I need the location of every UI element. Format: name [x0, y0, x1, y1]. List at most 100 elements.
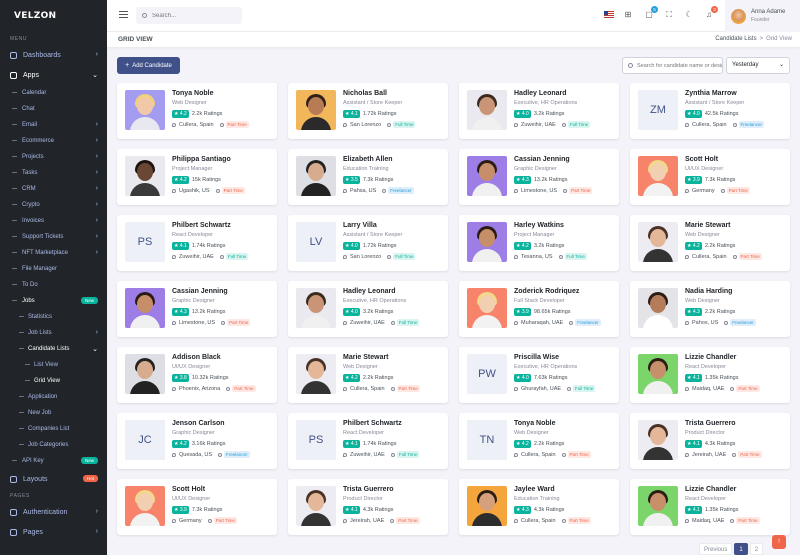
candidate-name[interactable]: Cassian Jenning [172, 288, 228, 295]
candidate-card[interactable]: Addison Black UI/UX Designer ★ 3.8 10.32… [117, 347, 277, 403]
us-flag-icon[interactable] [604, 11, 614, 19]
candidate-name[interactable]: Jenson Carlson [172, 420, 225, 427]
sidebar-item-dashboards[interactable]: Dashboards › [0, 45, 107, 65]
sidebar-item-calendar[interactable]: Calendar [0, 85, 107, 101]
hamburger-menu-icon[interactable] [119, 11, 128, 18]
sidebar-item-projects[interactable]: Projects › [0, 149, 107, 165]
logo[interactable]: VELZON [0, 0, 107, 32]
sidebar-item-new-job[interactable]: New Job [0, 405, 107, 421]
candidate-name[interactable]: Lizzie Chandler [685, 354, 736, 361]
candidate-name[interactable]: Trista Guerrero [685, 420, 736, 427]
candidate-name[interactable]: Elizabeth Allen [343, 156, 393, 163]
sidebar-item-tasks[interactable]: Tasks › [0, 165, 107, 181]
candidate-card[interactable]: Cassian Jenning Graphic Designer ★ 4.3 1… [459, 149, 619, 205]
sidebar-item-candidate-lists[interactable]: Candidate Lists ⌄ [0, 341, 107, 357]
dark-mode-moon-icon[interactable]: ☾ [684, 10, 694, 20]
sidebar-item-companies-list[interactable]: Companies List [0, 421, 107, 437]
sidebar-item-list-view[interactable]: List View [0, 357, 107, 373]
candidate-card[interactable]: ZM Zynthia Marrow Assistant / Store Keep… [630, 83, 790, 139]
candidate-name[interactable]: Larry Villa [343, 222, 377, 229]
candidate-name[interactable]: Scott Holt [172, 486, 205, 493]
candidate-card[interactable]: LV Larry Villa Assistant / Store Keeper … [288, 215, 448, 271]
sidebar-item-crypto[interactable]: Crypto › [0, 197, 107, 213]
breadcrumb-candidate-lists[interactable]: Candidate Lists [715, 36, 756, 42]
cart-icon[interactable]: ▢ 5 [644, 6, 658, 20]
candidate-card[interactable]: Lizzie Chandler React Developer ★ 4.1 1.… [630, 347, 790, 403]
candidate-card[interactable]: Hadley Leonard Executive, HR Operations … [288, 281, 448, 337]
user-menu[interactable]: Anna Adame Founder [725, 0, 800, 32]
candidate-name[interactable]: Scott Holt [685, 156, 718, 163]
sidebar-item-ecommerce[interactable]: Ecommerce › [0, 133, 107, 149]
candidate-card[interactable]: Trista Guerrero Product Director ★ 4.1 4… [630, 413, 790, 469]
candidate-search-input[interactable] [637, 62, 722, 69]
candidate-name[interactable]: Zoderick Rodriquez [514, 288, 579, 295]
candidate-card[interactable]: Nadia Harding Web Designer ★ 4.3 2.2k Ra… [630, 281, 790, 337]
candidate-name[interactable]: Hadley Leonard [514, 90, 567, 97]
sidebar-item-nft-marketplace[interactable]: NFT Marketplace › [0, 245, 107, 261]
candidate-name[interactable]: Jaylee Ward [514, 486, 555, 493]
candidate-name[interactable]: Nadia Harding [685, 288, 732, 295]
candidate-name[interactable]: Priscilla Wise [514, 354, 559, 361]
candidate-card[interactable]: Philippa Santiago Project Manager ★ 4.2 … [117, 149, 277, 205]
candidate-card[interactable]: Nicholas Ball Assistant / Store Keeper ★… [288, 83, 448, 139]
sidebar-item-chat[interactable]: Chat [0, 101, 107, 117]
candidate-card[interactable]: Marie Stewart Web Designer ★ 4.2 2.2k Ra… [630, 215, 790, 271]
candidate-card[interactable]: Trista Guerrero Product Director ★ 4.1 4… [288, 479, 448, 535]
candidate-name[interactable]: Harley Watkins [514, 222, 564, 229]
add-candidate-button[interactable]: + Add Candidate [117, 57, 180, 74]
candidate-name[interactable]: Cassian Jenning [514, 156, 570, 163]
candidate-name[interactable]: Nicholas Ball [343, 90, 387, 97]
sidebar-item-job-lists[interactable]: Job Lists › [0, 325, 107, 341]
top-search-input[interactable] [152, 12, 232, 19]
candidate-name[interactable]: Trista Guerrero [343, 486, 394, 493]
sidebar-item-file-manager[interactable]: File Manager [0, 261, 107, 277]
sidebar-item-statistics[interactable]: Statistics [0, 309, 107, 325]
sidebar-item-api-key[interactable]: API Key New [0, 453, 107, 469]
candidate-card[interactable]: Tonya Noble Web Designer ★ 4.2 2.2k Rati… [117, 83, 277, 139]
sidebar-item-jobs[interactable]: Jobs New [0, 293, 107, 309]
sidebar-item-email[interactable]: Email › [0, 117, 107, 133]
candidate-name[interactable]: Addison Black [172, 354, 221, 361]
candidate-name[interactable]: Marie Stewart [343, 354, 389, 361]
sidebar-item-authentication[interactable]: Authentication › [0, 502, 107, 522]
sidebar-item-job-categories[interactable]: Job Categories [0, 437, 107, 453]
candidate-card[interactable]: PS Philbert Schwartz React Developer ★ 4… [288, 413, 448, 469]
candidate-name[interactable]: Marie Stewart [685, 222, 731, 229]
candidate-card[interactable]: JC Jenson Carlson Graphic Designer ★ 4.2… [117, 413, 277, 469]
candidate-name[interactable]: Tonya Noble [514, 420, 555, 427]
candidate-name[interactable]: Philbert Schwartz [343, 420, 402, 427]
scroll-to-top-button[interactable]: ↑ [772, 535, 786, 549]
sidebar-item-support-tickets[interactable]: Support Tickets › [0, 229, 107, 245]
candidate-name[interactable]: Zynthia Marrow [685, 90, 737, 97]
candidate-name[interactable]: Philbert Schwartz [172, 222, 231, 229]
previous-page-button[interactable]: Previous [699, 543, 733, 555]
sidebar-item-crm[interactable]: CRM › [0, 181, 107, 197]
candidate-card[interactable]: Marie Stewart Web Designer ★ 4.2 2.2k Ra… [288, 347, 448, 403]
sidebar-item-layouts[interactable]: Layouts Hot [0, 469, 107, 489]
candidate-card[interactable]: Hadley Leonard Executive, HR Operations … [459, 83, 619, 139]
candidate-card[interactable]: TN Tonya Noble Web Designer ★ 4.2 2.2k R… [459, 413, 619, 469]
sort-select[interactable]: Yesterday ⌄ [726, 57, 790, 74]
candidate-card[interactable]: Lizzie Chandler React Developer ★ 4.1 1.… [630, 479, 790, 535]
sidebar-item-to-do[interactable]: To Do [0, 277, 107, 293]
candidate-card[interactable]: Scott Holt UI/UX Designer ★ 3.9 7.3k Rat… [117, 479, 277, 535]
sidebar-item-grid-view[interactable]: Grid View [0, 373, 107, 389]
candidate-card[interactable]: Cassian Jenning Graphic Designer ★ 4.3 1… [117, 281, 277, 337]
candidate-search[interactable] [622, 57, 723, 74]
candidate-card[interactable]: Harley Watkins Project Manager ★ 4.2 3.2… [459, 215, 619, 271]
top-search[interactable] [136, 7, 242, 24]
sidebar-item-apps[interactable]: Apps ⌄ [0, 65, 107, 85]
candidate-card[interactable]: Elizabeth Allen Education Training ★ 3.5… [288, 149, 448, 205]
candidate-card[interactable]: Scott Holt UI/UX Designer ★ 3.9 7.3k Rat… [630, 149, 790, 205]
candidate-card[interactable]: Jaylee Ward Education Training ★ 4.3 4.3… [459, 479, 619, 535]
bell-icon[interactable]: ♫ 3 [704, 6, 718, 20]
sidebar-item-pages[interactable]: Pages › [0, 522, 107, 542]
page-2-button[interactable]: 2 [749, 543, 764, 555]
candidate-name[interactable]: Philippa Santiago [172, 156, 231, 163]
candidate-name[interactable]: Lizzie Chandler [685, 486, 736, 493]
candidate-card[interactable]: Zoderick Rodriquez Full Stack Developer … [459, 281, 619, 337]
sidebar-item-invoices[interactable]: Invoices › [0, 213, 107, 229]
candidate-name[interactable]: Tonya Noble [172, 90, 213, 97]
sidebar-item-application[interactable]: Application [0, 389, 107, 405]
candidate-card[interactable]: PW Priscilla Wise Executive, HR Operatio… [459, 347, 619, 403]
